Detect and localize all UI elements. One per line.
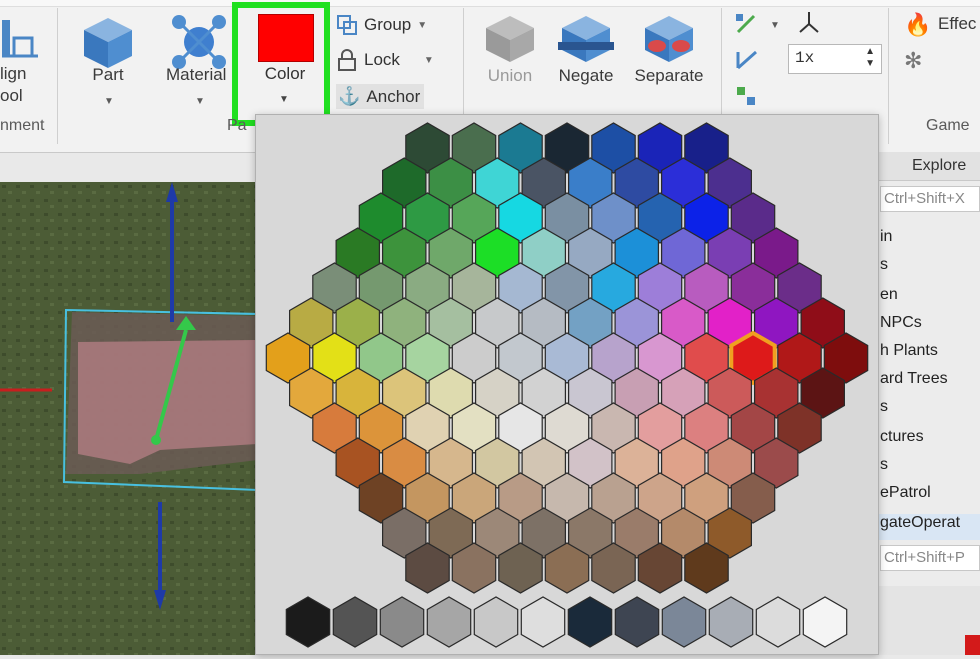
explorer-tree-item[interactable]: en bbox=[880, 286, 898, 304]
move-snap-caret-icon[interactable]: ▼ bbox=[770, 20, 780, 31]
explorer-tree-item[interactable]: s bbox=[880, 398, 888, 416]
color-hex-grid bbox=[265, 122, 869, 648]
explorer-filter-placeholder: Ctrl+Shift+X bbox=[884, 190, 965, 207]
explorer-tree-item[interactable]: ctures bbox=[880, 428, 924, 446]
rotate-snap-icon[interactable] bbox=[734, 48, 760, 72]
alignment-section-label: nment bbox=[0, 117, 45, 134]
anchor-label: Anchor bbox=[366, 86, 421, 106]
union-label: Union bbox=[487, 66, 533, 85]
grid-step-value: 1x bbox=[795, 49, 815, 67]
gray-swatch-hex[interactable] bbox=[802, 596, 848, 648]
3d-viewport[interactable] bbox=[0, 182, 258, 655]
gray-swatch-hex[interactable] bbox=[379, 596, 425, 648]
effects-fire-icon[interactable]: 🔥 bbox=[904, 12, 931, 38]
pivot-icon[interactable] bbox=[796, 10, 822, 36]
gray-swatch-hex[interactable] bbox=[755, 596, 801, 648]
align-tool-label-line1: lign bbox=[0, 64, 27, 83]
gray-swatch-hex[interactable] bbox=[332, 596, 378, 648]
part-cube-icon bbox=[84, 18, 132, 68]
explorer-tree-item[interactable]: gateOperat bbox=[880, 514, 960, 532]
anchor-icon: ⚓ bbox=[338, 86, 361, 106]
section-divider bbox=[888, 8, 889, 144]
gray-swatch-hex[interactable] bbox=[473, 596, 519, 648]
align-tool-label-line2: ool bbox=[0, 86, 23, 105]
material-label: Material bbox=[166, 65, 227, 84]
settings-gear-icon[interactable]: ✻ bbox=[904, 48, 922, 74]
gray-swatch-hex[interactable] bbox=[520, 596, 566, 648]
grid-step-spinner[interactable]: 1x ▲ ▼ bbox=[788, 44, 882, 74]
negate-label: Negate bbox=[558, 66, 614, 85]
explorer-tab[interactable]: Explore bbox=[878, 152, 980, 181]
gameplay-section-label: Game bbox=[926, 117, 970, 134]
gray-swatch-hex[interactable] bbox=[285, 596, 331, 648]
part-dropdown-caret-icon: ▼ bbox=[104, 96, 114, 107]
separate-button[interactable]: Separate bbox=[628, 8, 710, 92]
union-button[interactable]: Union bbox=[472, 8, 548, 92]
parts-section-label: Pa bbox=[227, 117, 247, 134]
explorer-tree-item[interactable]: h Plants bbox=[880, 342, 938, 360]
material-icon bbox=[172, 15, 226, 69]
viewport-scene bbox=[0, 182, 258, 655]
group-icon bbox=[337, 15, 357, 35]
negate-icon bbox=[558, 16, 614, 62]
separate-label: Separate bbox=[634, 66, 704, 85]
explorer-tree-item[interactable]: s bbox=[880, 456, 888, 474]
gray-swatch-hex[interactable] bbox=[567, 596, 613, 648]
explorer-tree-item[interactable]: in bbox=[880, 228, 892, 246]
anchor-button[interactable]: ⚓ Anchor bbox=[336, 84, 425, 109]
explorer-tab-label: Explore bbox=[912, 157, 967, 174]
ribbon-top-strip bbox=[0, 0, 980, 7]
group-dropdown-caret-icon: ▼ bbox=[417, 19, 428, 31]
properties-filter-input[interactable]: Ctrl+Shift+P bbox=[880, 545, 980, 571]
properties-filter-placeholder: Ctrl+Shift+P bbox=[884, 549, 965, 566]
gray-swatch-hex[interactable] bbox=[661, 596, 707, 648]
color-picker-popup bbox=[255, 114, 879, 655]
explorer-tree-item[interactable]: NPCs bbox=[880, 314, 922, 332]
group-button[interactable]: Group ▼ bbox=[336, 14, 427, 36]
explorer-tree-item[interactable]: s bbox=[880, 256, 888, 274]
lock-dropdown-caret-icon: ▼ bbox=[423, 54, 434, 66]
align-tool-button[interactable]: lign ool bbox=[0, 64, 40, 108]
explorer-filter-input[interactable]: Ctrl+Shift+X bbox=[880, 186, 980, 212]
lock-icon bbox=[338, 49, 356, 71]
section-divider bbox=[57, 8, 58, 144]
gray-swatch-hex[interactable] bbox=[708, 596, 754, 648]
explorer-tree-item[interactable]: ePatrol bbox=[880, 484, 931, 502]
effects-label[interactable]: Effec bbox=[938, 14, 976, 34]
explorer-panel bbox=[878, 152, 980, 655]
gray-swatch-hex[interactable] bbox=[614, 596, 660, 648]
gray-swatch-hex[interactable] bbox=[426, 596, 472, 648]
spinner-up-down-icon[interactable]: ▲ ▼ bbox=[865, 46, 875, 70]
red-status-indicator bbox=[965, 635, 980, 655]
lock-button[interactable]: Lock ▼ bbox=[336, 49, 434, 71]
negate-button[interactable]: Negate bbox=[548, 8, 624, 92]
material-dropdown-caret-icon: ▼ bbox=[195, 96, 205, 107]
separate-icon bbox=[645, 16, 693, 62]
group-label: Group bbox=[364, 15, 412, 34]
lock-label: Lock bbox=[364, 50, 400, 69]
collision-icon[interactable] bbox=[734, 84, 760, 108]
color-button-highlight bbox=[232, 2, 330, 126]
part-button[interactable]: Part ▼ bbox=[70, 8, 146, 112]
part-label: Part bbox=[92, 65, 124, 84]
align-tool-icon bbox=[2, 20, 38, 58]
move-snap-icon[interactable] bbox=[734, 12, 760, 36]
material-button[interactable]: Material ▼ bbox=[158, 8, 240, 112]
union-icon bbox=[486, 16, 534, 62]
explorer-tree-item[interactable]: ard Trees bbox=[880, 370, 948, 388]
